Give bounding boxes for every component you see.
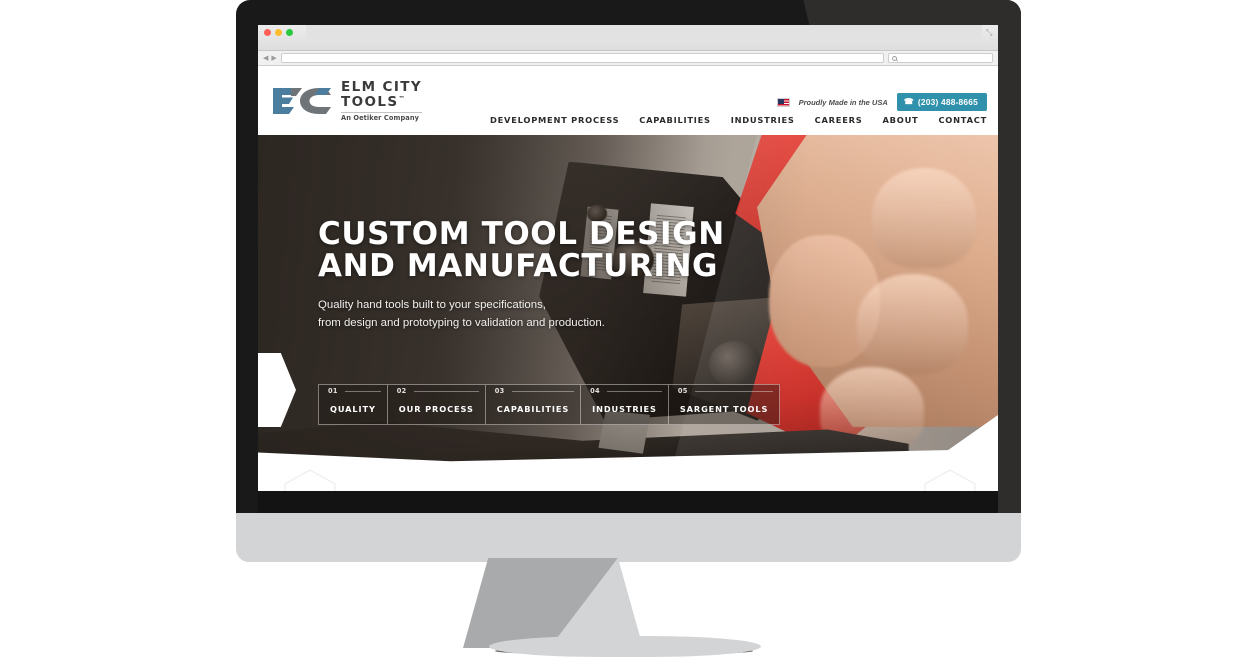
hero-tab-number: 01 bbox=[328, 387, 338, 395]
hero-subheadline: Quality hand tools built to your specifi… bbox=[318, 299, 605, 329]
hero-tab-number: 04 bbox=[590, 387, 600, 395]
hero-tab-label: OUR PROCESS bbox=[398, 404, 474, 414]
content-band bbox=[258, 467, 998, 491]
browser-search-field[interactable] bbox=[888, 53, 993, 63]
hero-tab-label: SARGENT TOOLS bbox=[679, 404, 769, 414]
hero-tab-industries[interactable]: 04 INDUSTRIES bbox=[581, 384, 669, 425]
hero-tab-label: INDUSTRIES bbox=[592, 404, 657, 414]
logo-line-2: TOOLS bbox=[341, 93, 399, 110]
navigation-arrows[interactable]: ◀ ▶ bbox=[263, 54, 277, 63]
site-header: ELM CITY TOOLS™ An Oetiker Company Proud… bbox=[258, 66, 998, 135]
hexagon-outline-icon bbox=[924, 469, 976, 491]
hero-copy: CUSTOM TOOL DESIGN AND MANUFACTURING Qua… bbox=[318, 218, 725, 332]
hero-headline: CUSTOM TOOL DESIGN AND MANUFACTURING bbox=[318, 216, 725, 285]
nav-item-contact[interactable]: CONTACT bbox=[938, 115, 987, 125]
browser-toolbar: ◀ ▶ bbox=[258, 51, 998, 66]
nav-item-about[interactable]: ABOUT bbox=[883, 115, 919, 125]
screenshot-stage: ⤡ ◀ ▶ ELM CITY TOOLS™ An Oetiker Company… bbox=[0, 0, 1256, 657]
phone-button[interactable]: ☎ (203) 488-8665 bbox=[896, 93, 987, 111]
hero-tab-label: QUALITY bbox=[330, 404, 376, 414]
nav-item-industries[interactable]: INDUSTRIES bbox=[731, 115, 795, 125]
monitor-stand-base bbox=[489, 636, 761, 657]
browser-titlebar: ⤡ bbox=[258, 25, 998, 51]
hero-tab-capabilities[interactable]: 03 CAPABILITIES bbox=[485, 384, 582, 425]
minimize-icon[interactable] bbox=[275, 29, 282, 36]
hero-tab-bar: 01 QUALITY 02 OUR PROCESS 03 CAPABILITIE… bbox=[318, 384, 781, 425]
forward-icon[interactable]: ▶ bbox=[271, 54, 276, 63]
window-controls[interactable] bbox=[264, 29, 293, 36]
hero-tab-number: 02 bbox=[396, 387, 407, 395]
logo-line-1: ELM CITY bbox=[341, 79, 423, 95]
browser-tabstrip[interactable] bbox=[306, 25, 982, 39]
monitor-chin bbox=[236, 513, 1021, 562]
hero-tab-our-process[interactable]: 02 OUR PROCESS bbox=[387, 384, 486, 425]
usa-flag-icon bbox=[776, 97, 790, 107]
hero-tab-number: 05 bbox=[677, 387, 688, 395]
close-icon[interactable] bbox=[264, 29, 271, 36]
nav-item-careers[interactable]: CAREERS bbox=[815, 115, 863, 125]
logo-tagline: An Oetiker Company bbox=[341, 112, 423, 122]
search-icon bbox=[892, 55, 897, 61]
hero-tab-number: 03 bbox=[494, 387, 505, 395]
phone-icon: ☎ bbox=[903, 97, 914, 106]
resize-icon[interactable]: ⤡ bbox=[986, 29, 994, 37]
site-logo[interactable]: ELM CITY TOOLS™ An Oetiker Company bbox=[271, 79, 423, 122]
address-bar[interactable] bbox=[280, 53, 884, 63]
main-navigation: DEVELOPMENT PROCESS CAPABILITIES INDUSTR… bbox=[490, 115, 987, 125]
back-icon[interactable]: ◀ bbox=[263, 54, 268, 63]
phone-number: (203) 488-8665 bbox=[917, 97, 978, 107]
screen-bottom-strip bbox=[258, 491, 998, 513]
header-utility-bar: Proudly Made in the USA ☎ (203) 488-8665 bbox=[776, 93, 987, 111]
ec-monogram-icon bbox=[273, 88, 331, 115]
logo-wordmark: ELM CITY TOOLS™ An Oetiker Company bbox=[341, 79, 423, 122]
hexagon-outline-icon bbox=[284, 469, 336, 491]
made-in-usa-text: Proudly Made in the USA bbox=[798, 97, 888, 107]
hero-tab-quality[interactable]: 01 QUALITY bbox=[318, 384, 388, 425]
hero-tab-sargent-tools[interactable]: 05 SARGENT TOOLS bbox=[668, 384, 781, 425]
trademark-symbol: ™ bbox=[398, 95, 405, 102]
browser-window: ⤡ ◀ ▶ ELM CITY TOOLS™ An Oetiker Company… bbox=[258, 25, 998, 491]
hero-section: CUSTOM TOOL DESIGN AND MANUFACTURING Qua… bbox=[258, 135, 998, 467]
nav-item-development-process[interactable]: DEVELOPMENT PROCESS bbox=[490, 115, 619, 125]
nav-item-capabilities[interactable]: CAPABILITIES bbox=[639, 115, 710, 125]
maximize-icon[interactable] bbox=[286, 29, 293, 36]
hero-tab-label: CAPABILITIES bbox=[496, 404, 570, 414]
